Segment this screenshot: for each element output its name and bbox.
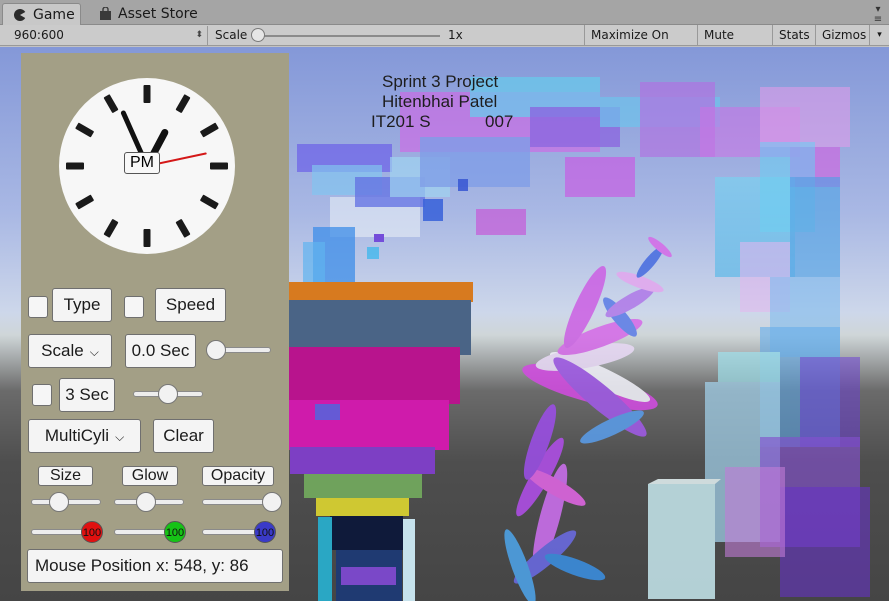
updown-arrows-icon: ⬍	[195, 30, 203, 40]
clock-tick	[210, 162, 228, 170]
scale-label: Scale	[215, 28, 248, 42]
red-color-knob[interactable]: 100	[81, 521, 103, 543]
glow-label: Glow	[122, 466, 178, 486]
gizmos-toggle[interactable]: Gizmos	[815, 25, 869, 46]
opacity-label: Opacity	[202, 466, 274, 486]
speed-checkbox[interactable]	[124, 296, 144, 318]
shape-dropdown[interactable]: MultiCyli ⌵	[28, 419, 141, 453]
clock-ampm-label: PM	[124, 152, 160, 174]
seconds-value-field[interactable]: 0.0 Sec	[125, 334, 196, 368]
speed-button[interactable]: Speed	[155, 288, 226, 322]
clock-tick	[143, 85, 151, 103]
scene-title-line-3b: 007	[485, 112, 514, 131]
scene-title-line-3a: IT201 S	[371, 112, 431, 131]
game-viewport[interactable]: Sprint 3 Project Hitenbhai Patel IT201 S…	[0, 47, 889, 601]
opacity-slider-knob[interactable]	[262, 492, 282, 512]
floating-cubes-right	[648, 142, 870, 599]
window-menu-icon[interactable]: ▾ ≡	[871, 5, 885, 25]
ellipse-spiral	[504, 236, 672, 601]
scene-title-line-1: Sprint 3 Project	[382, 72, 499, 91]
size-label: Size	[38, 466, 93, 486]
mute-audio-toggle[interactable]: Mute Audio	[697, 25, 772, 63]
game-toolbar: 960:600 ⬍ Scale 1x Maximize On Play Mute…	[0, 25, 889, 63]
scale-slider-track[interactable]	[257, 35, 440, 37]
gizmos-dropdown-icon[interactable]: ▾	[869, 25, 889, 46]
three-sec-button[interactable]: 3 Sec	[59, 378, 115, 412]
resolution-value: 960:600	[14, 28, 64, 42]
scale-slider-knob[interactable]	[251, 28, 265, 42]
green-color-knob[interactable]: 100	[164, 521, 186, 543]
scale-dropdown-value: Scale	[41, 341, 84, 360]
mouse-position-readout: Mouse Position x: 548, y: 86	[27, 549, 283, 583]
size-slider-knob[interactable]	[49, 492, 69, 512]
type-button[interactable]: Type	[52, 288, 112, 322]
tab-asset-store-label: Asset Store	[118, 6, 198, 22]
type-checkbox[interactable]	[28, 296, 48, 318]
chevron-down-icon: ⌵	[89, 345, 99, 359]
clear-button[interactable]: Clear	[153, 419, 214, 453]
seconds-slider-knob[interactable]	[206, 340, 226, 360]
tab-bar: Game Asset Store ▾ ≡	[0, 0, 889, 25]
scene-title-line-2: Hitenbhai Patel	[382, 92, 498, 111]
glow-slider-knob[interactable]	[135, 492, 156, 512]
resolution-dropdown[interactable]: 960:600 ⬍	[6, 26, 208, 45]
tab-asset-store[interactable]: Asset Store	[88, 3, 204, 25]
chevron-down-icon: ⌵	[115, 430, 125, 444]
maximize-on-play-toggle[interactable]: Maximize On Play	[584, 25, 697, 63]
tab-game-label: Game	[33, 7, 75, 23]
shape-dropdown-value: MultiCyli	[44, 426, 110, 445]
control-panel: PM Type Speed Scale ⌵ 0.0 Sec 3 Sec Multi…	[21, 53, 289, 591]
scale-dropdown[interactable]: Scale ⌵	[28, 334, 112, 368]
tab-game[interactable]: Game	[2, 3, 81, 25]
pacman-game-icon	[14, 9, 27, 21]
unity-game-view: Game Asset Store ▾ ≡ 960:600 ⬍ Scale 1x M…	[0, 0, 889, 601]
scale-value: 1x	[448, 28, 463, 42]
clock-tick	[66, 162, 84, 170]
stats-toggle[interactable]: Stats	[772, 25, 815, 46]
clock-tick	[143, 229, 151, 247]
blue-color-knob[interactable]: 100	[254, 521, 276, 543]
stacked-tower	[274, 227, 473, 601]
timer-slider-knob[interactable]	[158, 384, 178, 404]
three-sec-checkbox[interactable]	[32, 384, 52, 406]
store-bag-icon	[100, 7, 111, 20]
